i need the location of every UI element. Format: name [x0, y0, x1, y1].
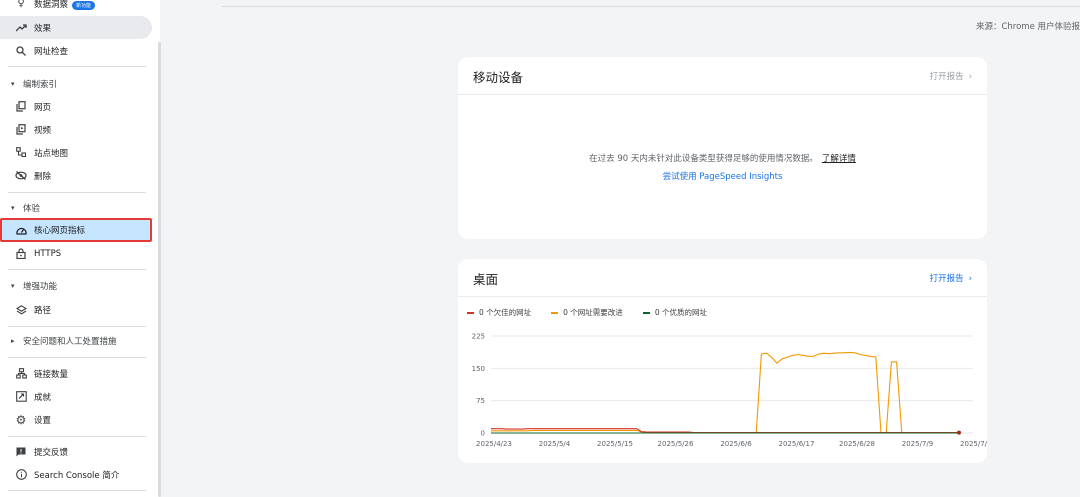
open-report-link[interactable]: 打开报告 ›	[930, 70, 972, 82]
sidebar-item-core-web-vitals[interactable]: 核心网页指标	[0, 218, 152, 242]
sidebar-item-videos[interactable]: 视频	[0, 118, 152, 141]
sidebar-item-label: 数据洞察	[34, 0, 69, 10]
section-label: 体验	[23, 204, 41, 214]
sidebar-item-label: 路径	[34, 305, 52, 316]
search-icon	[15, 45, 27, 57]
insights-icon: ♀	[17, 0, 25, 9]
header-divider	[222, 6, 1080, 7]
divider	[8, 269, 146, 270]
card-header: 移动设备 打开报告 ›	[458, 57, 987, 95]
y-tick-label: 225	[472, 333, 485, 341]
chevron-right-icon: ›	[968, 72, 972, 82]
gear-icon: ⚙	[15, 412, 27, 427]
caret-down-icon: ▾	[11, 204, 15, 212]
sidebar-item-label: 网页	[34, 102, 52, 113]
trending-up-icon	[15, 22, 27, 34]
feedback-icon	[15, 446, 27, 458]
x-tick-label: 2025/6/28	[839, 440, 875, 448]
section-label: 增强功能	[23, 282, 58, 292]
sidebar-item-pages[interactable]: 网页	[0, 95, 152, 118]
links-icon	[15, 368, 27, 380]
pages-icon	[15, 101, 27, 113]
section-label: 安全问题和人工处置措施	[23, 337, 117, 347]
sidebar: ♀ 数据洞察 新功能 效果 网址检查 ▾ 编制索引 网页 视频 站点地图 删除 …	[0, 0, 160, 497]
sidebar-item-feedback[interactable]: 提交反馈	[0, 440, 152, 463]
desktop-card: 桌面 打开报告 › 0 个欠佳的网址 0 个网址需要改进 0 个优质的网址 0 75…	[458, 259, 987, 463]
removal-icon	[15, 170, 27, 182]
no-data-text: 在过去 90 天内未针对此设备类型获得足够的使用情况数据。	[589, 154, 818, 164]
series-end-point	[957, 430, 961, 435]
y-tick-label: 150	[472, 365, 485, 373]
card-title: 移动设备	[473, 70, 524, 85]
breadcrumb-icon	[15, 304, 27, 316]
speed-icon	[15, 224, 27, 236]
desktop-cwv-chart: 0 75 150 225 2025/4/23 2025/5/4 2025/5/15 2025/…	[472, 333, 987, 449]
sidebar-item-achievements[interactable]: 成就	[0, 385, 152, 408]
no-data-message: 在过去 90 天内未针对此设备类型获得足够的使用情况数据。 了解详情	[458, 152, 987, 164]
x-tick-label: 2025/6/17	[779, 440, 815, 448]
section-security[interactable]: ▸ 安全问题和人工处置措施	[0, 331, 152, 351]
sidebar-item-removals[interactable]: 删除	[0, 164, 152, 187]
section-enhancements[interactable]: ▾ 增强功能	[0, 276, 152, 296]
sidebar-item-performance[interactable]: 效果	[0, 16, 152, 39]
x-tick-label: 2025/7/9	[902, 440, 933, 448]
divider	[8, 192, 146, 193]
sidebar-scrollbar[interactable]	[158, 42, 161, 497]
sidebar-item-label: 提交反馈	[34, 447, 69, 458]
sidebar-item-label: 链接数量	[34, 369, 69, 380]
sidebar-item-url-inspection[interactable]: 网址检查	[0, 39, 152, 62]
caret-right-icon: ▸	[11, 337, 15, 345]
sidebar-item-settings[interactable]: ⚙ 设置	[0, 408, 152, 431]
sidebar-item-label: 站点地图	[34, 148, 69, 159]
x-tick-label: 2025/7/20	[960, 440, 987, 448]
section-index[interactable]: ▾ 编制索引	[0, 74, 152, 94]
data-source-label: 来源：Chrome 用户体验报	[975, 22, 1080, 32]
x-tick-label: 2025/6/6	[720, 440, 752, 448]
sitemap-icon	[15, 147, 27, 159]
y-tick-label: 0	[481, 430, 485, 438]
sidebar-item-label: Search Console 简介	[34, 470, 120, 481]
sidebar-item-about[interactable]: Search Console 简介	[0, 463, 152, 486]
divider	[8, 436, 146, 437]
lock-icon	[15, 248, 27, 260]
sidebar-item-label: 效果	[34, 23, 52, 34]
sidebar-item-label: 删除	[34, 171, 52, 182]
new-badge: 新功能	[72, 0, 96, 10]
x-tick-label: 2025/5/4	[539, 440, 571, 448]
pagespeed-insights-link[interactable]: 尝试使用 PageSpeed Insights	[458, 170, 987, 182]
sidebar-item-label: 设置	[34, 415, 52, 426]
open-report-label: 打开报告	[929, 72, 964, 82]
x-tick-label: 2025/5/15	[597, 440, 633, 448]
caret-down-icon: ▾	[11, 80, 15, 88]
divider	[8, 66, 146, 67]
caret-down-icon: ▾	[11, 282, 15, 290]
mobile-card: 移动设备 打开报告 › 在过去 90 天内未针对此设备类型获得足够的使用情况数据。…	[458, 57, 987, 239]
section-label: 编制索引	[23, 80, 58, 90]
sidebar-item-insights[interactable]: ♀ 数据洞察 新功能	[0, 0, 152, 15]
sidebar-item-links[interactable]: 链接数量	[0, 362, 152, 385]
learn-more-link[interactable]: 了解详情	[822, 154, 856, 164]
divider	[8, 326, 146, 327]
divider	[8, 490, 146, 491]
series-line	[491, 351, 959, 434]
sidebar-item-label: 成就	[34, 392, 52, 403]
sidebar-item-label: 网址检查	[34, 46, 69, 57]
info-icon	[15, 469, 27, 481]
section-experience[interactable]: ▾ 体验	[0, 198, 152, 218]
sidebar-item-label: 视频	[34, 125, 52, 136]
x-tick-label: 2025/5/26	[658, 440, 694, 448]
video-pages-icon	[15, 124, 27, 136]
achievements-icon	[15, 391, 27, 403]
x-tick-label: 2025/4/23	[476, 440, 512, 448]
y-tick-label: 75	[476, 397, 485, 405]
sidebar-item-sitemaps[interactable]: 站点地图	[0, 141, 152, 164]
sidebar-item-label: HTTPS	[34, 248, 62, 259]
sidebar-item-breadcrumbs[interactable]: 路径	[0, 298, 152, 321]
divider	[8, 357, 146, 358]
sidebar-item-label: 核心网页指标	[34, 226, 86, 236]
sidebar-item-https[interactable]: HTTPS	[0, 242, 152, 265]
